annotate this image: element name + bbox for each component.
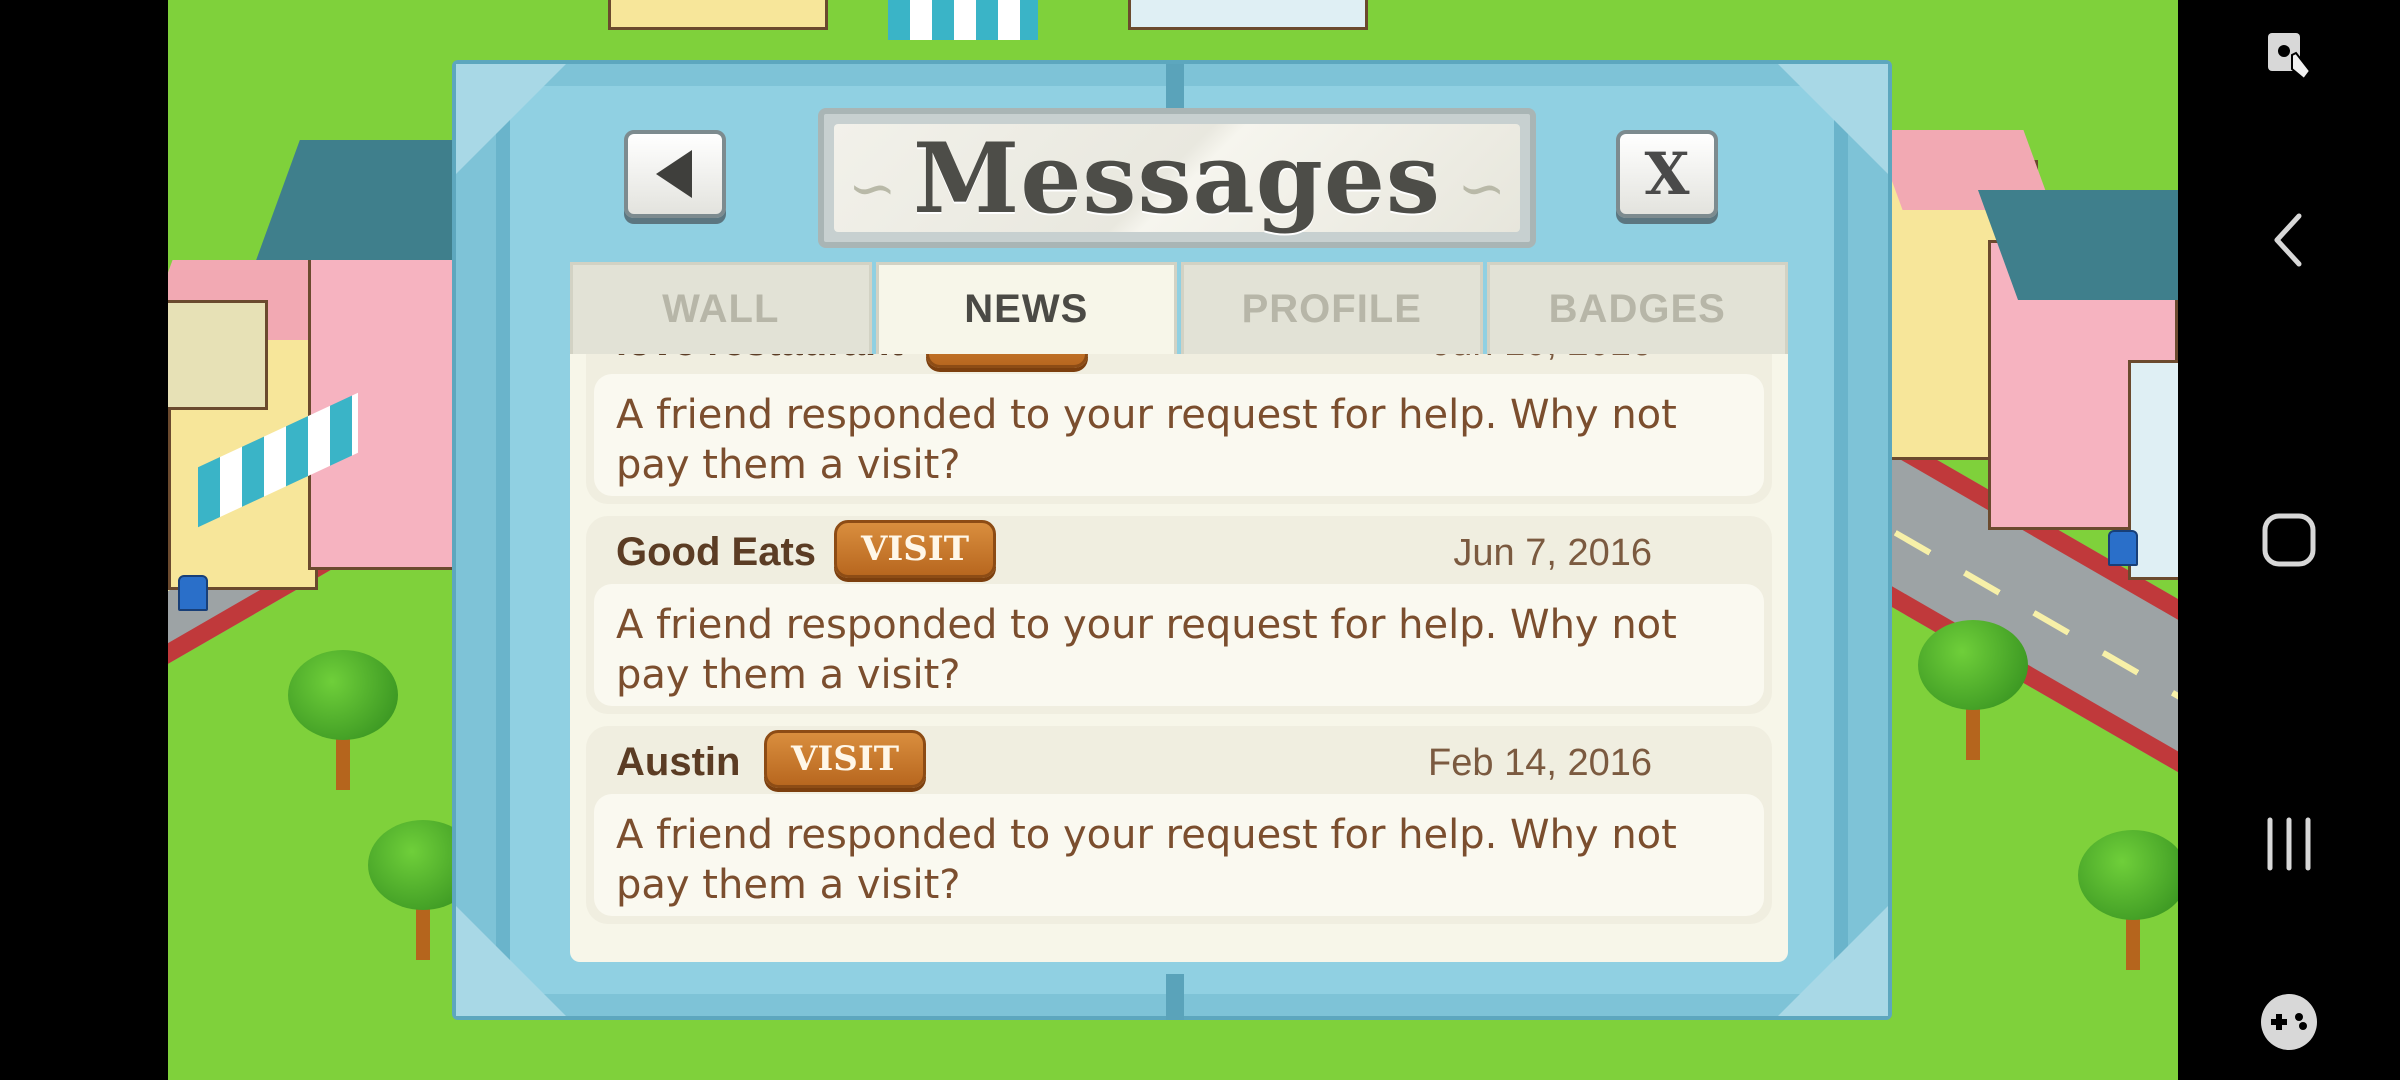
back-button[interactable] — [624, 130, 726, 218]
building[interactable] — [608, 0, 828, 30]
visit-button[interactable]: VISIT — [926, 354, 1089, 368]
screenshot-touch-icon[interactable] — [2178, 6, 2400, 106]
close-icon: X — [1644, 140, 1690, 208]
list-item: Good Eats VISIT Jun 7, 2016 A friend res… — [586, 516, 1772, 714]
dialog-title: Messages — [913, 121, 1441, 235]
list-item: Austin VISIT Feb 14, 2016 A friend respo… — [586, 726, 1772, 924]
messages-dialog: ∽ ∽ Messages X WALL NEWS PROFILE BADGES … — [452, 60, 1892, 1020]
recents-icon[interactable] — [2178, 794, 2400, 894]
mailbox-icon — [178, 575, 208, 611]
visit-button[interactable]: VISIT — [764, 730, 927, 788]
building[interactable] — [168, 300, 268, 410]
mailbox-icon — [2108, 530, 2138, 566]
tab-news[interactable]: NEWS — [875, 262, 1177, 354]
tab-wall[interactable]: WALL — [570, 262, 872, 354]
news-list[interactable]: love restaurant VISIT Jun 10, 2016 A fri… — [570, 354, 1788, 962]
sender-name: Good Eats — [616, 530, 817, 574]
sender-name: love restaurant — [616, 354, 903, 365]
frame-divider — [1166, 974, 1184, 1020]
right-swirl-icon: ∽ — [1457, 154, 1506, 222]
message-date: Jun 7, 2016 — [1453, 532, 1652, 574]
tab-profile[interactable]: PROFILE — [1181, 262, 1483, 354]
title-plate: ∽ ∽ Messages — [818, 108, 1536, 248]
close-button[interactable]: X — [1616, 130, 1718, 218]
tab-badges[interactable]: BADGES — [1486, 262, 1788, 354]
back-arrow-icon — [656, 150, 692, 198]
game-controller-icon[interactable] — [2178, 972, 2400, 1072]
visit-button[interactable]: VISIT — [834, 520, 997, 578]
message-text: A friend responded to your request for h… — [594, 794, 1764, 916]
message-date: Feb 14, 2016 — [1428, 742, 1652, 784]
awning — [888, 0, 1038, 40]
sender-name: Austin — [616, 740, 741, 784]
message-date: Jun 10, 2016 — [1432, 354, 1652, 365]
list-item: love restaurant VISIT Jun 10, 2016 A fri… — [586, 354, 1772, 504]
tab-bar: WALL NEWS PROFILE BADGES — [570, 262, 1788, 354]
building[interactable] — [1128, 0, 1368, 30]
message-text: A friend responded to your request for h… — [594, 584, 1764, 706]
system-nav-bar — [2178, 0, 2400, 1080]
home-icon[interactable] — [2178, 490, 2400, 590]
back-icon[interactable] — [2178, 190, 2400, 290]
message-text: A friend responded to your request for h… — [594, 374, 1764, 496]
left-swirl-icon: ∽ — [848, 154, 897, 222]
